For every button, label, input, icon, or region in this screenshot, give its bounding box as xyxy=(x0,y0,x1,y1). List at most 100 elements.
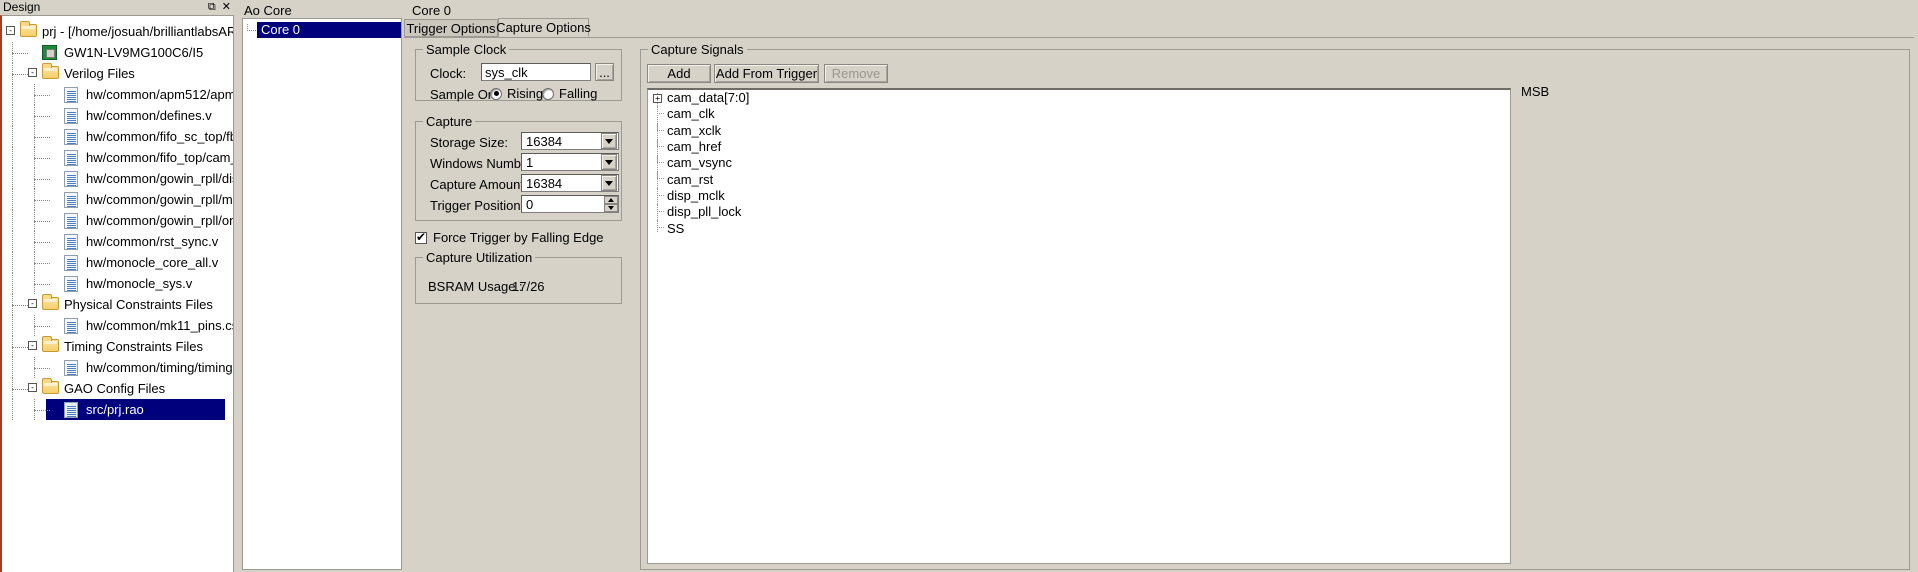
capture-signals-legend: Capture Signals xyxy=(648,42,747,57)
tree-item[interactable]: - Physical Constraints Files xyxy=(2,294,233,315)
trigger-position-stepper[interactable]: 0 xyxy=(521,195,619,213)
tree-connector xyxy=(34,178,50,180)
tree-item-label: Verilog Files xyxy=(64,66,135,81)
tree-item[interactable]: hw/common/fifo_top/cam_fifo16… xyxy=(2,147,233,168)
tab-trigger-options[interactable]: Trigger Options xyxy=(404,19,498,37)
signal-row[interactable]: disp_mclk xyxy=(648,187,1510,204)
signal-row[interactable]: disp_pll_lock xyxy=(648,204,1510,220)
window-scrollbar[interactable] xyxy=(1914,0,1918,572)
close-icon[interactable]: ✕ xyxy=(222,1,231,12)
tree-expander-icon[interactable]: - xyxy=(28,341,37,350)
tree-item-selected[interactable]: src/prj.rao xyxy=(2,399,233,420)
tree-connector xyxy=(657,106,664,115)
radio-rising[interactable]: Rising xyxy=(490,86,543,101)
file-icon xyxy=(64,360,80,376)
tree-item[interactable]: - prj - [/home/josuah/brilliantlabsAR/str… xyxy=(2,21,233,42)
signal-row[interactable]: cam_href xyxy=(648,138,1510,155)
capture-amount-combo[interactable]: 16384 xyxy=(521,174,619,192)
windows-number-combo[interactable]: 1 xyxy=(521,153,619,171)
tree-item[interactable]: hw/monocle_core_all.v xyxy=(2,252,233,273)
tree-item[interactable]: hw/common/gowin_rpll/onchip_… xyxy=(2,210,233,231)
tree-guide-line xyxy=(12,357,13,378)
signal-label: disp_mclk xyxy=(667,187,725,203)
signal-row[interactable]: cam_vsync xyxy=(648,155,1510,171)
design-panel-title: Design xyxy=(3,0,41,14)
capture-signals-list[interactable]: + cam_data[7:0] cam_clk cam_xclk cam_href cam… xyxy=(647,88,1511,564)
tree-item-label: hw/common/gowin_rpll/mem_pll.v xyxy=(86,192,233,207)
signal-row[interactable]: SS xyxy=(648,220,1510,236)
tree-item[interactable]: hw/common/gowin_rpll/mem_pll.v xyxy=(2,189,233,210)
add-signal-button[interactable]: Add xyxy=(647,64,711,83)
signal-row[interactable]: cam_xclk xyxy=(648,122,1510,139)
tree-item[interactable]: - Verilog Files xyxy=(2,63,233,84)
design-tree-panel[interactable]: - prj - [/home/josuah/brilliantlabsAR/str… xyxy=(0,15,234,572)
tree-item[interactable]: - GAO Config Files xyxy=(2,378,233,399)
add-from-trigger-button[interactable]: Add From Trigger xyxy=(714,64,819,83)
chevron-down-icon[interactable] xyxy=(601,175,617,191)
trigger-position-label: Trigger Position: xyxy=(430,198,525,213)
tree-connector xyxy=(34,262,50,264)
tree-item[interactable]: hw/common/fifo_sc_top/fb_fifo3… xyxy=(2,126,233,147)
tree-connector xyxy=(34,157,50,159)
tree-expander-icon[interactable]: - xyxy=(28,299,37,308)
tree-item-label: hw/common/timing/timings_40… xyxy=(86,360,233,375)
signal-row[interactable]: + cam_data[7:0] xyxy=(648,90,1510,106)
tree-guide-line xyxy=(12,84,13,105)
tree-item-label: hw/common/mk11_pins.cst xyxy=(86,318,233,333)
clock-input[interactable]: sys_clk xyxy=(481,63,591,81)
core-title: Core 0 xyxy=(412,3,452,18)
ao-core-item-core0[interactable]: Core 0 xyxy=(243,22,401,38)
tree-item[interactable]: hw/common/timing/timings_40… xyxy=(2,357,233,378)
tree-item[interactable]: GW1N-LV9MG100C6/I5 xyxy=(2,42,233,63)
signal-row[interactable]: cam_clk xyxy=(648,106,1510,122)
chip-icon xyxy=(42,45,58,60)
remove-signal-label: Remove xyxy=(831,66,881,81)
radio-rising-indicator xyxy=(490,87,502,100)
tree-item[interactable]: hw/monocle_sys.v xyxy=(2,273,233,294)
tree-item[interactable]: hw/common/apm512/apm256.v xyxy=(2,84,233,105)
tree-item-label: hw/common/gowin_rpll/onchip_… xyxy=(86,213,233,228)
signal-label: SS xyxy=(667,220,685,236)
ao-core-tree[interactable]: Core 0 xyxy=(242,18,402,570)
tree-guide-line xyxy=(12,168,13,189)
tree-item[interactable]: hw/common/mk11_pins.cst xyxy=(2,315,233,336)
capture-legend: Capture xyxy=(423,114,476,129)
tree-connector xyxy=(12,304,28,306)
design-panel-titlebar-buttons: ⧉ ✕ xyxy=(208,1,231,12)
tree-item[interactable]: hw/common/gowin_rpll/disp_pll.v xyxy=(2,168,233,189)
folder-icon xyxy=(42,294,59,311)
capture-amount-value: 16384 xyxy=(526,175,563,191)
tree-item[interactable]: - Timing Constraints Files xyxy=(2,336,233,357)
tab-capture-options-label: Capture Options xyxy=(496,20,591,35)
tree-item-label: Physical Constraints Files xyxy=(64,297,213,312)
tree-item-label: hw/common/fifo_sc_top/fb_fifo3… xyxy=(86,129,233,144)
tree-expander-icon[interactable]: - xyxy=(6,26,15,35)
chevron-down-icon[interactable] xyxy=(601,154,617,170)
force-trigger-label: Force Trigger by Falling Edge xyxy=(433,230,604,245)
folder-icon xyxy=(42,336,59,353)
signal-expander-icon[interactable]: + xyxy=(653,94,662,103)
tabbar: Trigger Options Capture Options xyxy=(404,18,591,37)
storage-size-combo[interactable]: 16384 xyxy=(521,132,619,150)
force-trigger-checkbox[interactable]: Force Trigger by Falling Edge xyxy=(415,230,604,245)
file-icon xyxy=(64,150,80,166)
radio-falling[interactable]: Falling xyxy=(542,86,597,101)
tree-connector xyxy=(34,241,50,243)
tree-expander-icon[interactable]: - xyxy=(28,383,37,392)
chevron-down-icon[interactable] xyxy=(601,133,617,149)
signal-row[interactable]: cam_rst xyxy=(648,171,1510,187)
stepper-up-icon[interactable] xyxy=(604,196,618,204)
tab-capture-options[interactable]: Capture Options xyxy=(496,18,591,37)
windows-number-value: 1 xyxy=(526,154,534,170)
tree-item[interactable]: hw/common/rst_sync.v xyxy=(2,231,233,252)
tree-item[interactable]: hw/common/defines.v xyxy=(2,105,233,126)
tree-expander-icon[interactable]: - xyxy=(28,68,37,77)
signal-label: cam_vsync xyxy=(667,155,733,171)
clock-input-value: sys_clk xyxy=(485,64,528,80)
stepper-down-icon[interactable] xyxy=(604,204,618,212)
ao-core-label: Ao Core xyxy=(244,3,292,18)
file-icon xyxy=(64,108,80,124)
tree-connector xyxy=(12,52,28,54)
clock-browse-button[interactable]: ... xyxy=(595,63,614,81)
undock-icon[interactable]: ⧉ xyxy=(208,1,216,12)
